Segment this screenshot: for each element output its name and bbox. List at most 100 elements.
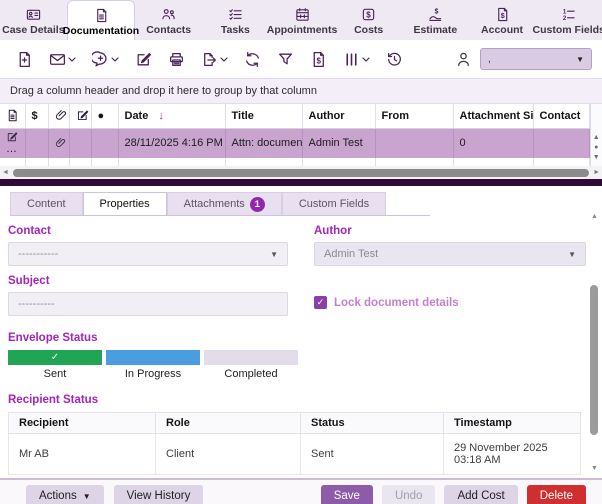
column-title[interactable]: Title [225, 104, 302, 128]
view-history-button[interactable]: View History [114, 485, 204, 504]
tab-appointments[interactable]: Appointments [269, 0, 336, 40]
detail-vertical-scrollbar[interactable]: ▲ ▼ [589, 212, 600, 474]
author-select[interactable]: Admin Test ▼ [314, 242, 586, 266]
column-recipient[interactable]: Recipient [9, 413, 156, 434]
tab-attachments[interactable]: Attachments1 [167, 192, 282, 215]
contact-select[interactable]: ----------- ▼ [8, 242, 288, 266]
compose-icon [6, 131, 18, 143]
tab-contacts[interactable]: Contacts [135, 0, 202, 40]
documentation-toolbar: , ▼ [0, 40, 602, 78]
column-role[interactable]: Role [156, 413, 301, 434]
column-attachment-size[interactable]: Attachment Size [453, 104, 533, 128]
tab-custom-fields[interactable]: Custom Fields [282, 192, 386, 215]
subject-label: Subject [8, 275, 288, 287]
chevron-down-icon [111, 57, 119, 62]
column-contact[interactable]: Contact [533, 104, 589, 128]
panel-splitter[interactable] [0, 179, 602, 186]
billed-cell [25, 128, 48, 158]
case-management-window: Case Details Documentation Contacts Task… [0, 0, 602, 504]
grid-horizontal-scrollbar[interactable]: ◄ ► [0, 166, 602, 179]
button-label: Delete [540, 490, 573, 502]
column-billed[interactable]: $ [25, 104, 48, 128]
tab-case-details[interactable]: Case Details [0, 0, 67, 40]
chevron-down-icon [220, 57, 228, 62]
caret-down-icon: ▼ [270, 250, 278, 259]
refresh-button[interactable] [238, 48, 267, 71]
scroll-left-icon[interactable]: ◄ [2, 169, 9, 176]
column-edited[interactable] [69, 104, 91, 128]
tab-account[interactable]: Account [469, 0, 536, 40]
column-label: From [382, 110, 410, 122]
envelope-step-completed [204, 350, 298, 365]
scroll-down-icon[interactable]: ▼ [593, 154, 600, 161]
column-date[interactable]: Date↓ [118, 104, 225, 128]
scroll-up-icon[interactable]: ▲ [593, 134, 600, 141]
tab-label: Account [481, 24, 523, 36]
delete-button[interactable]: Delete [527, 485, 586, 504]
email-button[interactable] [43, 48, 82, 71]
id-card-icon [26, 7, 41, 22]
recipient-timestamp: 29 November 2025 03:18 AM [444, 434, 581, 475]
billing-document-button[interactable] [304, 48, 333, 71]
column-timestamp[interactable]: Timestamp [444, 413, 581, 434]
history-button[interactable] [380, 48, 409, 71]
form-left-column: Contact ----------- ▼ Subject [8, 216, 288, 316]
scrollbar-thumb[interactable] [13, 169, 589, 177]
scroll-down-icon[interactable]: ▼ [591, 464, 598, 474]
hand-dollar-icon [428, 7, 443, 22]
document-row-partial[interactable] [0, 158, 589, 166]
dollar-icon: $ [32, 110, 38, 122]
dot-icon: ● [98, 110, 105, 122]
tab-content[interactable]: Content [10, 192, 83, 215]
tab-tasks[interactable]: Tasks [202, 0, 269, 40]
chevron-down-icon [68, 57, 76, 62]
columns-button[interactable] [337, 48, 376, 71]
scrollbar-thumb[interactable] [590, 285, 598, 435]
check-icon: ✓ [51, 352, 59, 363]
scroll-thumb-icon[interactable]: ● [594, 144, 598, 151]
lock-document-details-checkbox[interactable]: ✓ Lock document details [314, 296, 586, 309]
new-message-button[interactable] [86, 48, 125, 71]
doc-type-cell: … [0, 128, 25, 158]
add-cost-button[interactable]: Add Cost [444, 485, 517, 504]
save-button[interactable]: Save [321, 485, 373, 504]
refresh-icon [244, 51, 261, 68]
print-button[interactable] [162, 48, 191, 71]
new-document-button[interactable] [10, 48, 39, 71]
tab-properties[interactable]: Properties [83, 192, 167, 215]
subject-input[interactable] [8, 292, 288, 316]
tab-label: Contacts [146, 24, 191, 36]
filter-button[interactable] [271, 48, 300, 71]
document-row-selected[interactable]: … 28/11/2025 4:16 PM Attn: documen... Ad… [0, 128, 589, 158]
actions-button[interactable]: Actions▼ [26, 485, 104, 504]
column-from[interactable]: From [375, 104, 453, 128]
undo-button[interactable]: Undo [382, 485, 436, 504]
from-cell [375, 128, 453, 158]
caret-down-icon: ▼ [568, 250, 576, 259]
grid-vertical-scrollbar[interactable]: ▲ ● ▼ [590, 104, 602, 166]
group-by-panel[interactable]: Drag a column header and drop it here to… [0, 78, 602, 104]
export-button[interactable] [195, 48, 234, 71]
tab-costs[interactable]: Costs [335, 0, 402, 40]
tab-estimate[interactable]: Estimate [402, 0, 469, 40]
user-filter-select[interactable]: , ▼ [480, 48, 592, 70]
recipient-role: Client [156, 434, 301, 475]
tab-label: Custom Fields [299, 198, 369, 210]
column-attachment[interactable] [48, 104, 69, 128]
column-author[interactable]: Author [302, 104, 375, 128]
chevron-down-icon [362, 57, 370, 62]
main-tab-bar: Case Details Documentation Contacts Task… [0, 0, 602, 40]
tab-documentation[interactable]: Documentation [67, 0, 136, 40]
tab-custom-fields[interactable]: Custom Fields [535, 0, 602, 40]
scroll-up-icon[interactable]: ▲ [591, 212, 598, 222]
scroll-right-icon[interactable]: ► [593, 169, 600, 176]
tab-label: Documentation [63, 25, 139, 37]
column-doc-type[interactable] [0, 104, 25, 128]
grid-header-row: $ ● Date↓ Title Author From Attachment S… [0, 104, 589, 128]
scrollbar-track[interactable] [589, 222, 600, 464]
contact-value: ----------- [18, 248, 58, 260]
edit-document-button[interactable] [129, 48, 158, 71]
column-status-dot[interactable]: ● [91, 104, 118, 128]
column-status[interactable]: Status [301, 413, 444, 434]
checkbox-checked-icon[interactable]: ✓ [314, 296, 327, 309]
